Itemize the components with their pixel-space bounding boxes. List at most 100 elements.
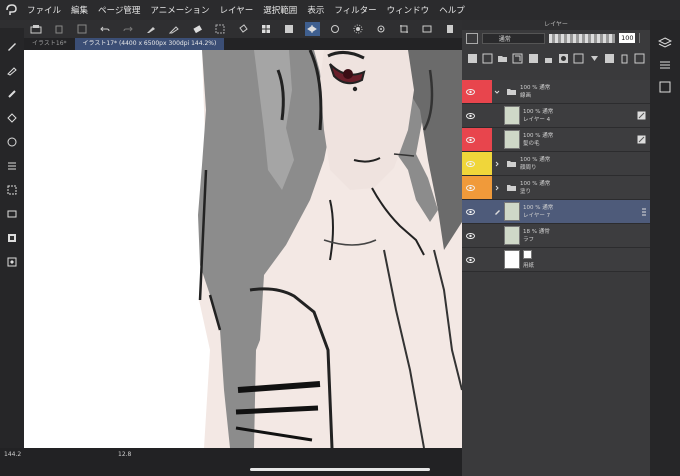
menu-edit[interactable]: 編集 [66,4,93,16]
menu-animation[interactable]: アニメーション [145,4,214,16]
undo-icon[interactable] [97,22,112,36]
delete-mask-icon[interactable] [573,51,585,65]
layer-row[interactable]: 100 % 通常 線画 [462,80,650,104]
zoom-value[interactable]: 144.2 [4,451,21,458]
flip-horizontal-icon[interactable] [304,22,320,36]
rotate-icon[interactable] [328,22,343,36]
drawing-canvas[interactable] [24,50,462,448]
tab-illust-16[interactable]: イラスト16* [24,38,75,50]
layer-color-tag-icon[interactable] [478,104,492,127]
export-icon[interactable] [443,22,458,36]
app-logo-icon[interactable] [0,0,22,20]
opacity-stepper-icon[interactable] [639,33,646,43]
grid-icon[interactable] [258,22,273,36]
fill-icon[interactable] [235,22,250,36]
layer-name[interactable]: 塗り [520,188,550,196]
layer-menu-icon[interactable] [634,51,646,65]
layer-property-panel-icon[interactable] [650,54,680,76]
select-tool-icon[interactable] [0,178,24,202]
clip-layer-icon[interactable] [512,51,524,65]
layer-color-tag-icon[interactable] [478,248,492,271]
chevron-right-icon[interactable] [492,152,502,175]
drag-handle-icon[interactable] [638,200,650,223]
delete-icon[interactable] [51,22,66,36]
menu-view[interactable]: 表示 [302,4,329,16]
pen-icon[interactable] [143,22,158,36]
mask-icon[interactable] [558,51,570,65]
layer-color-tag-icon[interactable] [478,80,492,103]
layer-color-tag-icon[interactable] [478,128,492,151]
menu-help[interactable]: ヘルプ [434,4,470,16]
layer-name[interactable]: 髪の毛 [523,140,553,148]
menu-filter[interactable]: フィルター [329,4,381,16]
pen-tool-icon[interactable] [0,34,24,58]
menu-page[interactable]: ページ管理 [93,4,145,16]
reference-layer-icon[interactable] [527,51,539,65]
layer-name[interactable]: ラフ [523,236,550,244]
layer-name[interactable]: 線画 [520,92,550,100]
reset-view-icon[interactable] [374,22,389,36]
save-icon[interactable] [28,22,43,36]
pencil-icon[interactable] [166,22,181,36]
merge-down-icon[interactable] [588,51,600,65]
layer-color-tag-icon[interactable] [478,176,492,199]
visibility-eye-icon[interactable] [462,152,478,175]
tab-illust-17[interactable]: イラスト17* (4400 x 6500px 300dpi 144.2%) [74,38,225,50]
layer-color-tag-icon[interactable] [478,200,492,223]
brush-tool-icon[interactable] [0,58,24,82]
layer-row[interactable]: 100 % 通常 レイヤー 4 [462,104,650,128]
layer-list-icon[interactable] [0,154,24,178]
opacity-slider[interactable] [548,33,616,43]
layer-row[interactable]: 用紙 [462,248,650,272]
layer-property-icon[interactable] [603,51,615,65]
opacity-value[interactable]: 100 [619,33,636,43]
crop-icon[interactable] [397,22,412,36]
rotation-value[interactable]: 12.8 [118,451,131,458]
visibility-eye-icon[interactable] [462,128,478,151]
menu-selection[interactable]: 選択範囲 [258,4,302,16]
menu-file[interactable]: ファイル [22,4,66,16]
blend-mode-select[interactable]: 通常 [481,32,545,44]
visibility-eye-icon[interactable] [462,224,478,247]
brightness-icon[interactable] [351,22,366,36]
new-vector-layer-icon[interactable] [481,51,493,65]
layer-row[interactable]: 100 % 通常 塗り [462,176,650,200]
visibility-eye-icon[interactable] [462,176,478,199]
layer-name[interactable]: レイヤー 4 [523,116,553,124]
clear-icon[interactable] [74,22,89,36]
delete-layer-icon[interactable] [619,51,631,65]
import-icon[interactable] [420,22,435,36]
chevron-down-icon[interactable] [492,80,502,103]
snap-icon[interactable] [282,22,297,36]
menu-layer[interactable]: レイヤー [215,4,259,16]
eraser-icon[interactable] [189,22,204,36]
visibility-eye-icon[interactable] [462,248,478,271]
airbrush-tool-icon[interactable] [0,82,24,106]
chevron-right-icon[interactable] [492,176,502,199]
visibility-eye-icon[interactable] [462,104,478,127]
menu-window[interactable]: ウィンドウ [382,4,435,16]
layer-color-tag-icon[interactable] [478,224,492,247]
navigator-panel-icon[interactable] [650,76,680,98]
text-tool-icon[interactable] [0,226,24,250]
material-tool-icon[interactable] [0,250,24,274]
new-folder-icon[interactable] [497,51,509,65]
fill-tool-icon[interactable] [0,106,24,130]
new-raster-layer-icon[interactable] [466,51,478,65]
visibility-eye-icon[interactable] [462,200,478,223]
transform-icon[interactable] [212,22,227,36]
layer-row[interactable]: 100 % 通常 レイヤー 7 [462,200,650,224]
layer-color-swatch[interactable] [466,32,478,44]
layer-name[interactable]: レイヤー 7 [523,212,553,220]
layer-color-tag-icon[interactable] [478,152,492,175]
frame-tool-icon[interactable] [0,202,24,226]
visibility-eye-icon[interactable] [462,80,478,103]
redo-icon[interactable] [120,22,135,36]
layer-row[interactable]: 100 % 通常 顔周り [462,152,650,176]
lock-transparency-icon[interactable] [542,51,554,65]
layer-row[interactable]: 18 % 通常 ラフ [462,224,650,248]
layer-row[interactable]: 100 % 通常 髪の毛 [462,128,650,152]
layer-panel-toggle-icon[interactable] [650,32,680,54]
blend-tool-icon[interactable] [0,130,24,154]
layer-name[interactable]: 顔周り [520,164,550,172]
